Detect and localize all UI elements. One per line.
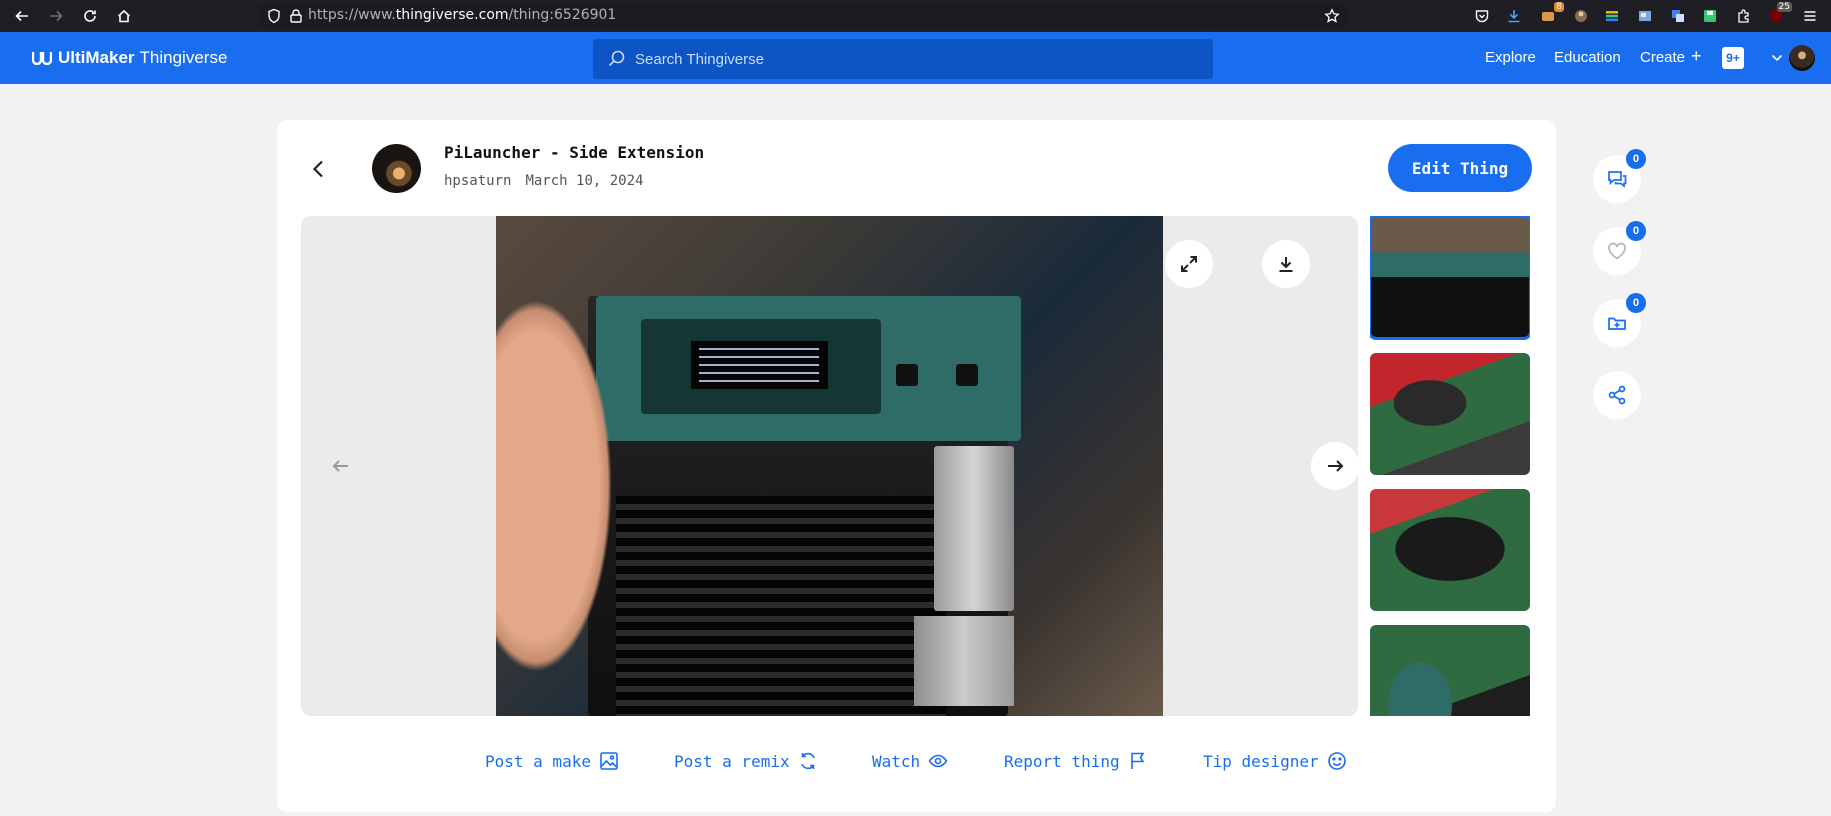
comments-count: 0 <box>1626 149 1646 169</box>
chevron-down-icon[interactable] <box>1770 51 1784 65</box>
eye-icon <box>928 754 948 768</box>
photo-hand <box>496 256 636 716</box>
browser-toolbar: https://www.thingiverse.com/thing:652690… <box>0 0 1831 32</box>
nav-create-label: Create <box>1640 49 1686 66</box>
flag-icon <box>1130 752 1145 769</box>
photo-heatsink <box>616 496 946 716</box>
image-icon <box>600 752 618 770</box>
edit-thing-button[interactable]: Edit Thing <box>1388 144 1532 192</box>
share-button[interactable] <box>1593 371 1641 419</box>
address-bar[interactable]: https://www.thingiverse.com/thing:652690… <box>258 4 1348 28</box>
photo-button-2 <box>956 364 978 386</box>
main-photo[interactable] <box>496 216 1163 716</box>
photo-oled-text <box>699 348 819 384</box>
extension-icon-4[interactable] <box>1635 6 1655 26</box>
home-icon[interactable] <box>110 2 138 30</box>
url-text: https://www.thingiverse.com/thing:652690… <box>308 7 617 23</box>
search-input[interactable] <box>635 50 1195 68</box>
post-remix-label: Post a remix <box>674 751 790 771</box>
thumbnail-3[interactable] <box>1370 489 1530 611</box>
pocket-icon[interactable] <box>1472 6 1492 26</box>
next-image-button[interactable] <box>1311 442 1358 490</box>
post-make-label: Post a make <box>485 751 591 771</box>
thing-meta: hpsaturn March 10, 2024 <box>444 173 643 189</box>
expand-icon <box>1181 256 1197 272</box>
post-remix-button[interactable]: Post a remix <box>674 751 818 771</box>
bookmark-star-icon[interactable] <box>1322 6 1342 26</box>
notifications-badge[interactable]: 9+ <box>1722 47 1744 69</box>
back-chevron-icon[interactable] <box>307 157 331 181</box>
author-link[interactable]: hpsaturn <box>444 173 511 189</box>
post-make-button[interactable]: Post a make <box>485 751 619 771</box>
arrow-left-icon <box>332 460 348 472</box>
thumbnail-strip <box>1370 216 1530 716</box>
arrow-right-icon <box>1328 460 1344 472</box>
user-avatar[interactable] <box>1789 45 1815 71</box>
collections-count: 0 <box>1626 293 1646 313</box>
collection-add-icon <box>1608 317 1626 330</box>
extension-icon-2[interactable] <box>1571 6 1591 26</box>
search-box[interactable] <box>593 39 1213 79</box>
downloads-icon[interactable] <box>1504 6 1524 26</box>
brand-name: UltiMaker <box>58 48 135 67</box>
extension-icon-3[interactable] <box>1602 6 1622 26</box>
heart-icon <box>1608 242 1626 260</box>
nav-education[interactable]: Education <box>1554 49 1621 66</box>
tip-label: Tip designer <box>1203 751 1319 771</box>
download-image-button[interactable] <box>1262 240 1310 288</box>
brand-sub: Thingiverse <box>139 48 228 67</box>
download-icon <box>1279 257 1293 272</box>
save-icon[interactable] <box>1700 6 1720 26</box>
smile-icon <box>1327 752 1346 770</box>
back-arrow-icon[interactable] <box>8 2 36 30</box>
nav-explore[interactable]: Explore <box>1485 49 1536 66</box>
logo[interactable]: UltiMaker Thingiverse <box>32 48 227 68</box>
extension-icon-1[interactable]: 8 <box>1538 2 1564 26</box>
watch-label: Watch <box>872 751 921 771</box>
puzzle-icon[interactable] <box>1734 6 1754 26</box>
lock-icon[interactable] <box>286 6 306 26</box>
report-thing-button[interactable]: Report thing <box>1004 751 1148 771</box>
thumbnail-2[interactable] <box>1370 353 1530 475</box>
reload-icon[interactable] <box>76 2 104 30</box>
publish-date: March 10, 2024 <box>525 173 644 189</box>
shield-icon[interactable] <box>264 6 284 26</box>
ublock-icon[interactable]: 25 <box>1766 2 1792 26</box>
previous-image-button[interactable] <box>317 442 365 490</box>
search-icon <box>607 49 627 69</box>
remix-icon <box>800 752 815 770</box>
photo-button-1 <box>896 364 918 386</box>
image-gallery <box>301 216 1358 716</box>
comments-icon <box>1608 171 1627 188</box>
share-icon <box>1608 385 1626 405</box>
watch-button[interactable]: Watch <box>872 751 948 771</box>
fullscreen-button[interactable] <box>1165 240 1213 288</box>
thing-card: PiLauncher - Side Extension hpsaturn Marc… <box>277 120 1556 812</box>
site-header: UltiMaker Thingiverse Explore Education … <box>0 32 1831 84</box>
likes-count: 0 <box>1626 221 1646 241</box>
author-avatar[interactable] <box>372 144 421 193</box>
nav-create[interactable]: Create + <box>1640 46 1702 66</box>
photo-usb-ports <box>934 446 1014 611</box>
thumbnail-1[interactable] <box>1370 216 1530 340</box>
thing-title: PiLauncher - Side Extension <box>444 143 705 162</box>
report-label: Report thing <box>1004 751 1120 771</box>
menu-icon[interactable] <box>1800 6 1820 26</box>
ultimaker-logo-icon <box>32 52 52 65</box>
translate-icon[interactable] <box>1668 6 1688 26</box>
forward-arrow-icon[interactable] <box>42 2 70 30</box>
tip-designer-button[interactable]: Tip designer <box>1203 751 1347 771</box>
plus-icon: + <box>1691 46 1702 66</box>
photo-ethernet <box>914 616 1014 706</box>
thumbnail-4[interactable] <box>1370 625 1530 716</box>
